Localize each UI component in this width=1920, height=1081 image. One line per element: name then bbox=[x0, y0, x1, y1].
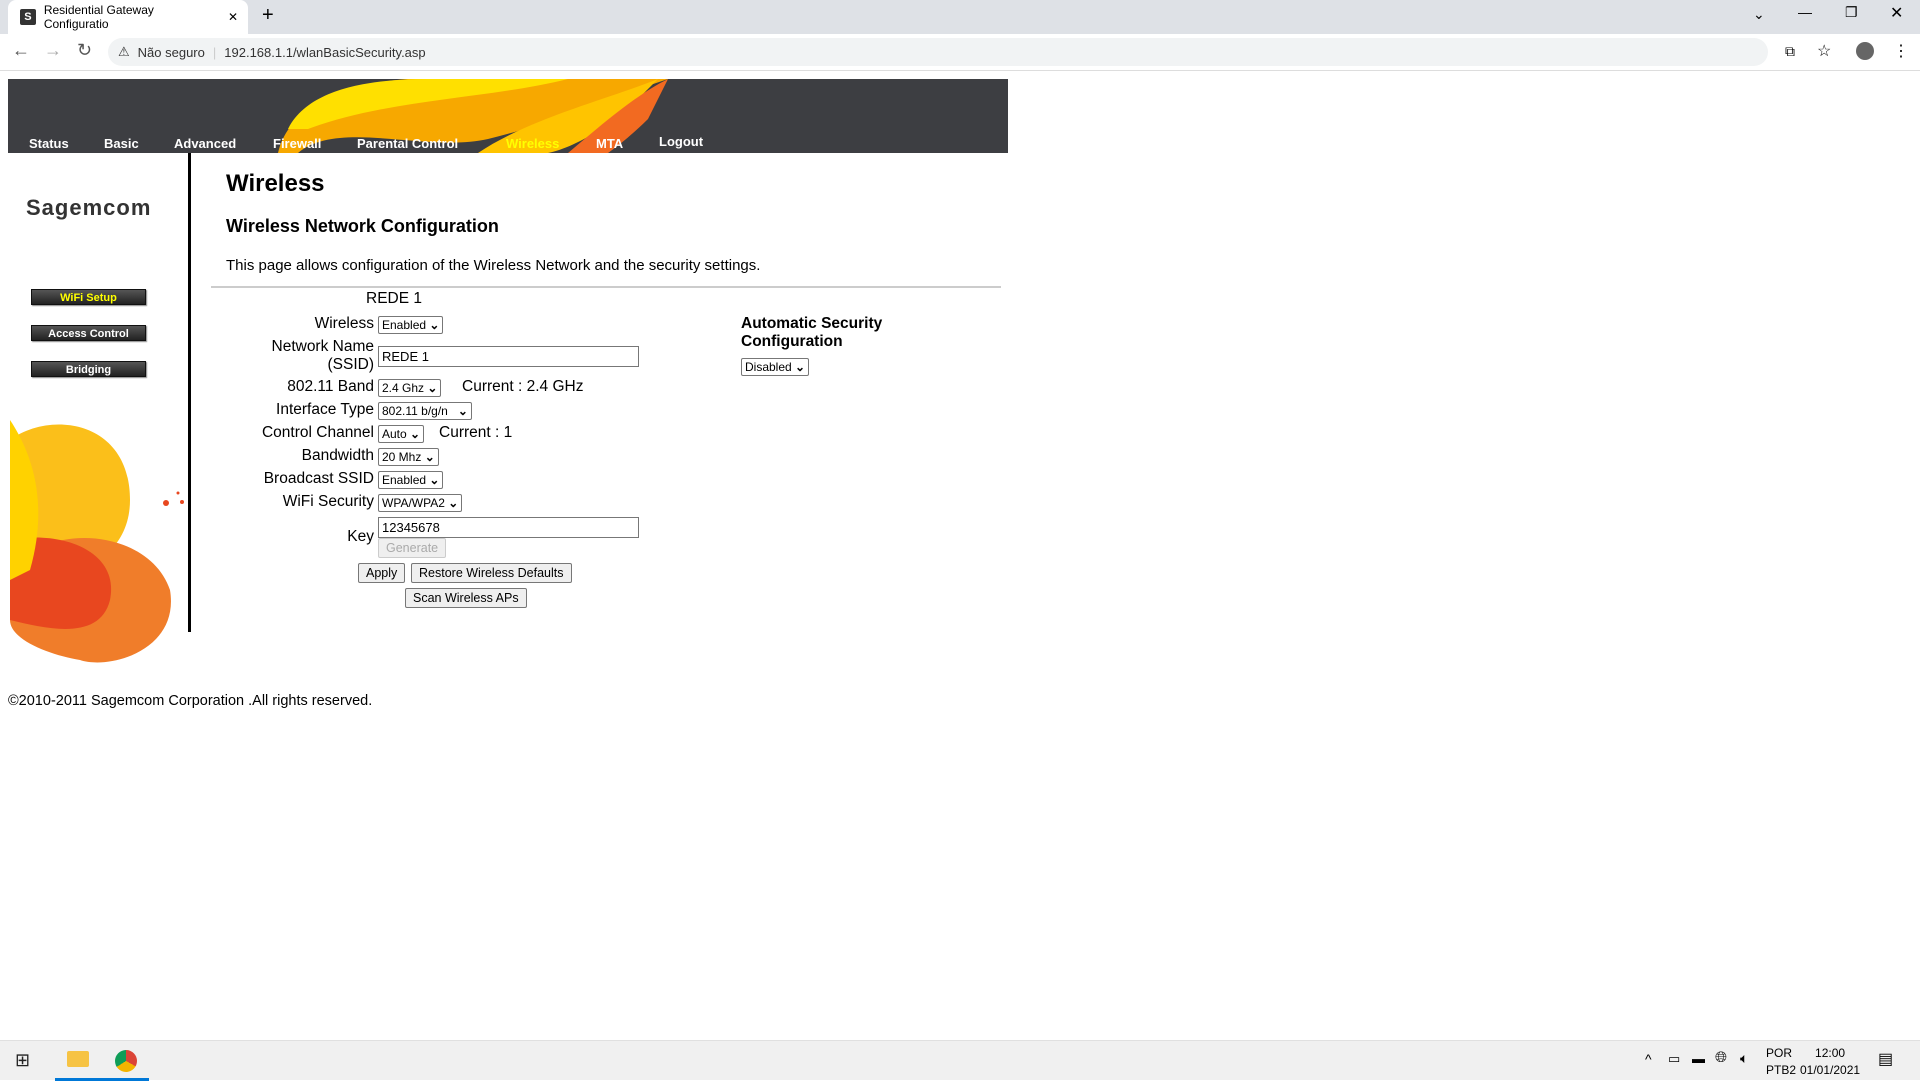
forward-icon[interactable]: → bbox=[44, 40, 62, 61]
tab-title: Residential Gateway Configuratio bbox=[43, 3, 154, 31]
ssid-label: Network Name (SSID) bbox=[271, 338, 375, 373]
nav-firewall[interactable]: Firewall bbox=[273, 136, 321, 151]
volume-icon[interactable]: 🔈︎ bbox=[1740, 1050, 1748, 1067]
windows-start-icon[interactable]: ⊞ bbox=[15, 1050, 30, 1071]
favicon-icon: S bbox=[20, 9, 36, 25]
bandwidth-label: Bandwidth bbox=[301, 447, 374, 464]
warning-icon: ⚠ bbox=[118, 44, 130, 59]
interface-select[interactable]: 802.11 b/g/n bbox=[378, 402, 472, 420]
key-label: Key bbox=[347, 528, 374, 545]
broadcast-ssid-label: Broadcast SSID bbox=[263, 470, 374, 487]
network-globe-icon[interactable]: 🌐︎ bbox=[1715, 1049, 1727, 1066]
wifi-security-select[interactable]: WPA/WPA2 bbox=[378, 494, 463, 512]
nav-parental-control[interactable]: Parental Control bbox=[357, 136, 458, 151]
restore-defaults-button[interactable]: Restore Wireless Defaults bbox=[411, 563, 572, 583]
restore-icon[interactable]: ❐ bbox=[1845, 4, 1858, 21]
translate-icon[interactable]: ⧉ bbox=[1785, 43, 1795, 60]
taskbar: ⊞ ^ ▭ ▬ 🌐︎ 🔈︎ POR PTB2 12:00 01/01/2021 ▤ bbox=[0, 1040, 1920, 1081]
key-input[interactable] bbox=[378, 517, 639, 538]
browser-tab[interactable]: S Residential Gateway Configuratio ✕ bbox=[8, 0, 248, 34]
new-tab-icon[interactable]: + bbox=[262, 4, 274, 27]
nav-logout[interactable]: Logout bbox=[659, 134, 703, 149]
page-description: This page allows configuration of the Wi… bbox=[226, 257, 761, 274]
network-heading: REDE 1 bbox=[366, 290, 422, 307]
scan-aps-button[interactable]: Scan Wireless APs bbox=[405, 588, 527, 608]
generate-button[interactable]: Generate bbox=[378, 538, 447, 558]
wifi-security-label: WiFi Security bbox=[282, 493, 374, 510]
close-window-icon[interactable]: ✕ bbox=[1890, 3, 1903, 23]
broadcast-ssid-select[interactable]: Enabled bbox=[378, 471, 444, 489]
ssid-input[interactable] bbox=[378, 346, 639, 367]
sidebar-bridging[interactable]: Bridging bbox=[31, 361, 146, 377]
channel-label: Control Channel bbox=[261, 424, 374, 441]
sidebar-wifi-setup[interactable]: WiFi Setup bbox=[31, 289, 146, 305]
security-label[interactable]: Não seguro bbox=[138, 45, 205, 60]
battery-icon[interactable]: ▬ bbox=[1692, 1051, 1705, 1066]
tray-camera-icon[interactable]: ▭ bbox=[1668, 1051, 1680, 1067]
tray-chevron-icon[interactable]: ^ bbox=[1645, 1051, 1652, 1067]
nav-basic[interactable]: Basic bbox=[104, 136, 139, 151]
footer-copyright: ©2010-2011 Sagemcom Corporation .All rig… bbox=[8, 693, 373, 709]
divider bbox=[211, 286, 1001, 288]
band-select[interactable]: 2.4 Ghz bbox=[378, 379, 442, 397]
url-text: 192.168.1.1/wlanBasicSecurity.asp bbox=[224, 44, 426, 60]
reload-icon[interactable]: ↻ bbox=[77, 40, 92, 61]
browser-tab-bar: S Residential Gateway Configuratio ✕ + ⌄… bbox=[0, 0, 1920, 34]
sidebar-access-control[interactable]: Access Control bbox=[31, 325, 146, 341]
nav-wireless[interactable]: Wireless bbox=[506, 136, 559, 151]
bandwidth-select[interactable]: 20 Mhz bbox=[378, 448, 439, 466]
auto-security-select[interactable]: Disabled bbox=[741, 358, 810, 376]
nav-mta[interactable]: MTA bbox=[596, 136, 623, 151]
clock[interactable]: 12:00 01/01/2021 bbox=[1800, 1045, 1860, 1079]
language-indicator[interactable]: POR PTB2 bbox=[1766, 1045, 1796, 1079]
section-title: Wireless Network Configuration bbox=[226, 216, 499, 236]
channel-select[interactable]: Auto bbox=[378, 425, 425, 443]
back-icon[interactable]: ← bbox=[12, 40, 30, 61]
file-explorer-icon[interactable] bbox=[55, 1041, 102, 1081]
apply-button[interactable]: Apply bbox=[358, 563, 406, 583]
wireless-select[interactable]: Enabled bbox=[378, 316, 444, 334]
close-tab-icon[interactable]: ✕ bbox=[228, 10, 238, 24]
channel-current: Current : 1 bbox=[439, 424, 513, 441]
nav-advanced[interactable]: Advanced bbox=[174, 136, 236, 151]
chrome-icon[interactable] bbox=[102, 1041, 149, 1081]
sagemcom-logo: Sagemcom bbox=[26, 195, 152, 220]
sidebar-decorative-graphic bbox=[10, 420, 184, 663]
auto-security-label: Automatic Security Configuration bbox=[741, 315, 883, 350]
minimize-icon[interactable]: — bbox=[1798, 4, 1812, 20]
url-input[interactable]: ⚠ Não seguro | 192.168.1.1/wlanBasicSecu… bbox=[108, 38, 1768, 66]
interface-label: Interface Type bbox=[276, 401, 374, 418]
notifications-icon[interactable]: ▤ bbox=[1878, 1049, 1893, 1069]
wireless-label: Wireless bbox=[314, 315, 374, 332]
tab-search-icon[interactable]: ⌄ bbox=[1753, 6, 1765, 23]
menu-icon[interactable]: ⋮ bbox=[1893, 41, 1909, 61]
band-current: Current : 2.4 GHz bbox=[462, 378, 584, 395]
page-title: Wireless bbox=[226, 170, 325, 197]
bookmark-star-icon[interactable]: ☆ bbox=[1817, 41, 1831, 61]
profile-avatar[interactable] bbox=[1856, 42, 1874, 60]
nav-status[interactable]: Status bbox=[29, 136, 69, 151]
band-label: 802.11 Band bbox=[287, 378, 374, 395]
